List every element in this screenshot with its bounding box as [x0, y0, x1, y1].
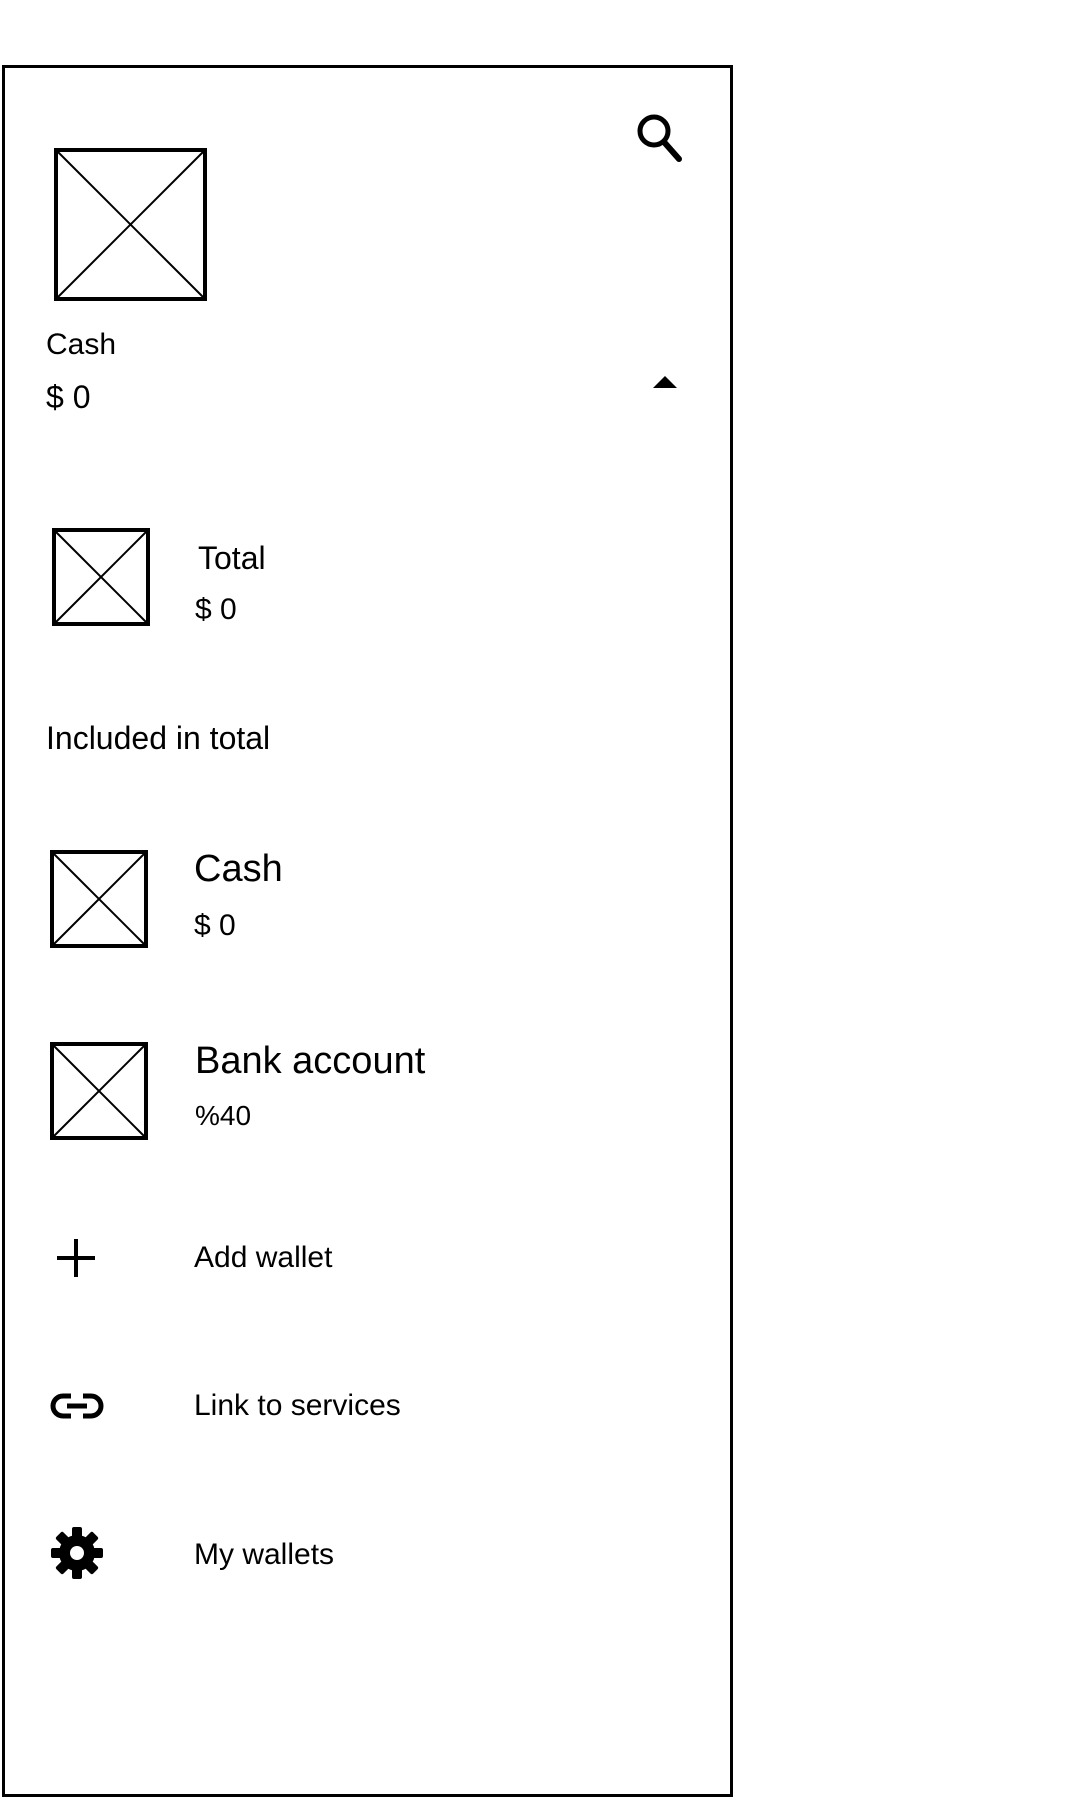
- drawer-panel: Cash $ 0 Total $ 0 Included in total Cas…: [2, 65, 733, 1797]
- wallet-item-cash[interactable]: Cash $ 0: [5, 850, 730, 960]
- plus-icon: [56, 1238, 96, 1278]
- link-to-services-button[interactable]: Link to services: [5, 1376, 730, 1456]
- section-heading: Included in total: [46, 720, 271, 756]
- action-label: My wallets: [194, 1538, 335, 1571]
- wallet-image: [50, 850, 148, 948]
- gear-icon: [50, 1526, 104, 1580]
- total-image: [52, 528, 150, 626]
- caret-up-icon[interactable]: [651, 374, 679, 390]
- link-icon: [49, 1390, 105, 1422]
- selected-wallet-name: Cash: [46, 328, 117, 361]
- total-label: Total: [198, 540, 266, 576]
- action-label: Add wallet: [194, 1241, 333, 1274]
- wallet-image: [50, 1042, 148, 1140]
- selected-wallet-balance: $ 0: [46, 379, 91, 415]
- total-balance: $ 0: [195, 593, 237, 626]
- wallet-item-bank-account[interactable]: Bank account %40: [5, 1042, 730, 1152]
- action-label: Link to services: [194, 1389, 401, 1422]
- wallet-detail: $ 0: [194, 909, 236, 942]
- wallet-detail: %40: [195, 1100, 252, 1131]
- add-wallet-button[interactable]: Add wallet: [5, 1228, 730, 1308]
- search-icon[interactable]: [635, 110, 683, 164]
- wallet-name: Bank account: [195, 1040, 426, 1082]
- my-wallets-button[interactable]: My wallets: [5, 1520, 730, 1600]
- total-row[interactable]: Total $ 0: [5, 528, 730, 638]
- wallet-name: Cash: [194, 848, 283, 890]
- wallet-avatar-image: [54, 148, 207, 301]
